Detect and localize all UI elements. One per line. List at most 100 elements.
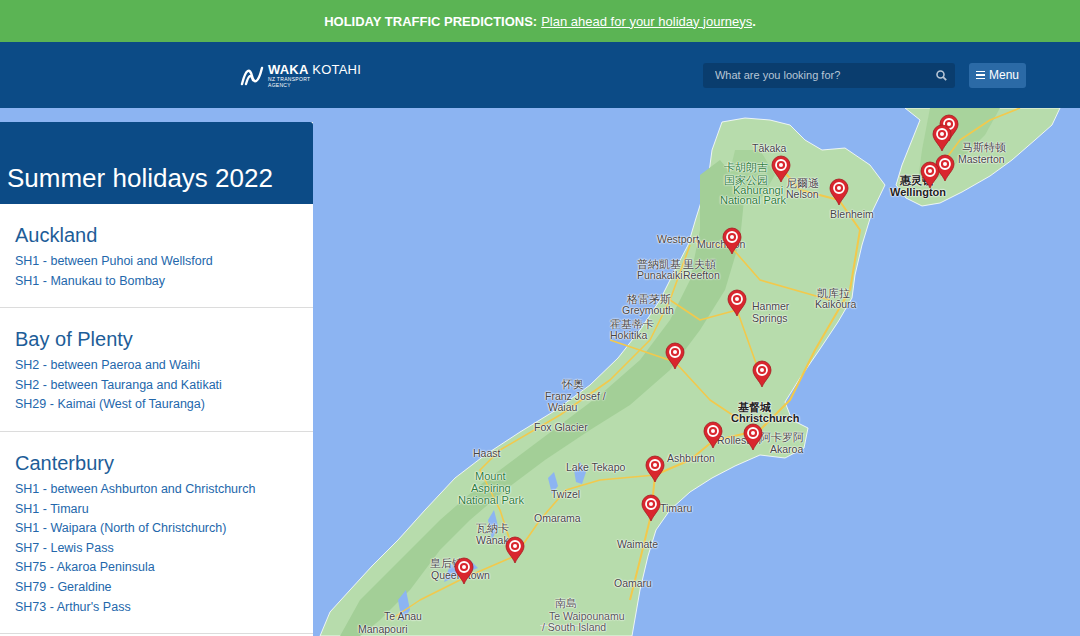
region-link[interactable]: SH1 - Timaru <box>15 500 298 520</box>
map-pin-icon[interactable] <box>703 421 723 449</box>
map-label: 普納凱基 <box>637 258 681 270</box>
map-label: Greymouth <box>622 304 674 316</box>
map-label: 卡胡朗吉 <box>724 161 768 173</box>
map-label: Akaroa <box>770 443 803 455</box>
map-label: 瓦納卡 <box>476 522 509 534</box>
region-link[interactable]: SH2 - between Paeroa and Waihi <box>15 356 298 376</box>
logo-title: WAKA KOTAHI <box>268 63 361 76</box>
region-link[interactable]: SH1 - between Puhoi and Wellsford <box>15 252 298 272</box>
banner-label: HOLIDAY TRAFFIC PREDICTIONS: <box>324 14 537 29</box>
map-label: Oamaru <box>614 577 652 589</box>
site-header: WAKA KOTAHINZ TRANSPORTAGENCY Menu <box>0 42 1080 108</box>
map-pin-icon[interactable] <box>920 161 940 189</box>
region-link[interactable]: SH1 - between Ashburton and Christchurch <box>15 480 298 500</box>
map-label: Timaru <box>660 502 692 514</box>
map-label: Ashburton <box>667 452 715 464</box>
region-link[interactable]: SH79 - Geraldine <box>15 578 298 598</box>
map-label: Wellington <box>890 186 946 198</box>
map-label: / South Island <box>527 601 621 636</box>
map-pin-icon[interactable] <box>454 557 474 585</box>
menu-icon <box>976 71 985 80</box>
menu-button[interactable]: Menu <box>969 63 1026 88</box>
menu-icon-bar <box>976 74 985 76</box>
map-label: 里夫頓 <box>683 258 716 270</box>
menu-icon-bar <box>976 78 985 80</box>
map-label: 霍基蒂卡 <box>610 318 654 330</box>
map-label: 格雷茅斯 <box>627 293 671 305</box>
map-label: National Park <box>458 494 524 506</box>
map-label: Omarama <box>534 512 581 524</box>
map-label: 怀奥 <box>562 378 584 390</box>
map-label: Franz Josef / <box>545 390 606 402</box>
map-label: Fox Glacier <box>534 421 588 433</box>
map-pin-icon[interactable] <box>665 342 685 370</box>
map-label: Waiau <box>548 401 577 413</box>
map-pin-icon[interactable] <box>932 124 952 152</box>
map-pin-icon[interactable] <box>727 289 747 317</box>
holiday-banner: HOLIDAY TRAFFIC PREDICTIONS: Plan ahead f… <box>0 0 1080 42</box>
search-icon[interactable] <box>936 70 947 81</box>
banner-suffix: . <box>752 14 756 29</box>
region-section: Canterbury SH1 - between Ashburton and Ch… <box>0 432 313 634</box>
search-box <box>703 63 955 88</box>
map-label: 凯库拉 <box>817 287 850 299</box>
map-label: Nelson <box>786 188 819 200</box>
map-label: Twizel <box>551 488 580 500</box>
map-label: Reefton <box>683 269 720 281</box>
region-heading[interactable]: Auckland <box>15 224 298 247</box>
logo-sub-1: NZ TRANSPORT <box>268 76 361 82</box>
map-area[interactable]: Tākaka卡胡朗吉国家公园KahurangiNational Park尼爾遜N… <box>0 108 1080 636</box>
map-label: 基督城 <box>738 401 771 413</box>
map-label: National Park <box>720 194 786 206</box>
map-pin-icon[interactable] <box>645 455 665 483</box>
map-label: Masterton <box>958 153 1005 165</box>
map-label: Hokitika <box>610 329 647 341</box>
logo-text: WAKA KOTAHINZ TRANSPORTAGENCY <box>268 63 361 88</box>
region-heading[interactable]: Bay of Plenty <box>15 328 298 351</box>
region-heading[interactable]: Canterbury <box>15 452 298 475</box>
region-link[interactable]: SH1 - Waipara (North of Christchurch) <box>15 519 298 539</box>
map-label: 尼爾遜 <box>786 177 819 189</box>
region-link[interactable]: SH2 - between Tauranga and Katikati <box>15 376 298 396</box>
region-section: Bay of Plenty SH2 - between Paeroa and Wa… <box>0 308 313 432</box>
map-pin-icon[interactable] <box>743 423 763 451</box>
map-pin-icon[interactable] <box>752 360 772 388</box>
map-label: Punakaiki <box>637 269 683 281</box>
logo-bold: WAKA <box>268 62 309 77</box>
map-label: Christchurch <box>731 412 799 424</box>
regions-panel: Summer holidays 2022 Auckland SH1 - betwee… <box>0 122 313 636</box>
map-label: Hanmer <box>752 300 789 312</box>
map-label: Springs <box>752 312 788 324</box>
map-label: Manapouri <box>358 623 408 635</box>
map-label: 马斯特顿 <box>962 141 1006 153</box>
map-label: 阿卡罗阿 <box>760 431 804 443</box>
map-pin-icon[interactable] <box>641 494 661 522</box>
panel-title: Summer holidays 2022 <box>0 122 313 204</box>
map-pin-icon[interactable] <box>771 155 791 183</box>
map-label: Mount <box>475 470 506 482</box>
map-label: Blenheim <box>830 208 874 220</box>
region-link[interactable]: SH1 - Manukau to Bombay <box>15 272 298 292</box>
map-label: Tākaka <box>752 142 786 154</box>
map-pin-icon[interactable] <box>722 227 742 255</box>
banner-link[interactable]: Plan ahead for your holiday journeys <box>541 14 752 29</box>
logo[interactable]: WAKA KOTAHINZ TRANSPORTAGENCY <box>240 63 361 88</box>
map-pin-icon[interactable] <box>505 536 525 564</box>
region-link[interactable]: SH29 - Kaimai (West of Tauranga) <box>15 395 298 415</box>
map-label: Kaikōura <box>815 298 856 310</box>
region-link[interactable]: SH7 - Lewis Pass <box>15 539 298 559</box>
region-link[interactable]: SH73 - Arthur's Pass <box>15 598 298 618</box>
region-link[interactable]: SH75 - Akaroa Peninsula <box>15 558 298 578</box>
map-label: Te Anau <box>384 610 422 622</box>
map-label: Aspiring <box>471 482 511 494</box>
logo-light: KOTAHI <box>312 62 361 77</box>
logo-wave-icon <box>240 64 264 86</box>
menu-icon-bar <box>976 71 985 73</box>
search-input[interactable] <box>713 68 936 82</box>
map-label: Waimate <box>617 538 658 550</box>
map-label: Haast <box>473 447 500 459</box>
map-pin-icon[interactable] <box>829 178 849 206</box>
map-label: Westport <box>657 233 699 245</box>
menu-label: Menu <box>989 68 1019 82</box>
region-section: Auckland SH1 - between Puhoi and Wellsfor… <box>0 204 313 308</box>
